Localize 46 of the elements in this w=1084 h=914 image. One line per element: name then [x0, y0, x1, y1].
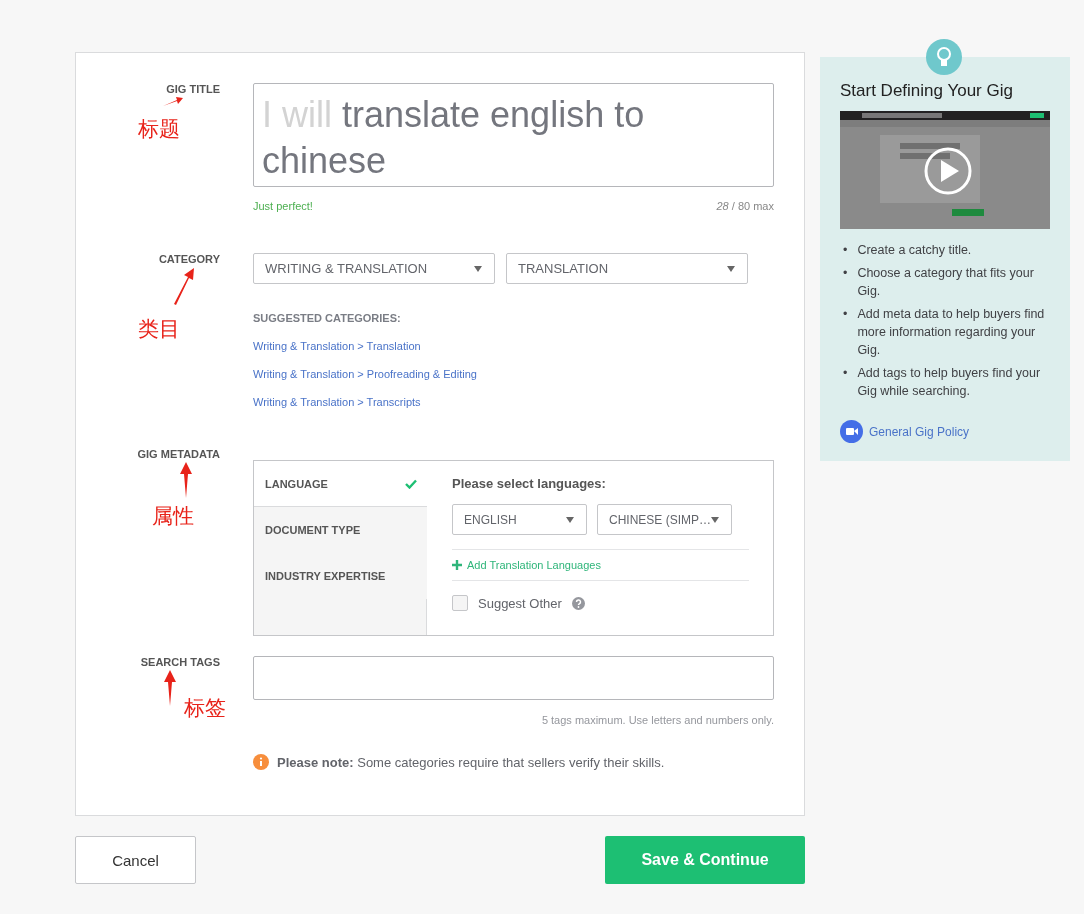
- category-dropdown[interactable]: WRITING & TRANSLATION: [253, 253, 495, 284]
- annotation-text: 属性: [152, 503, 194, 530]
- tip-text: Choose a category that fits your Gig.: [857, 265, 1035, 300]
- caret-icon: [711, 516, 719, 523]
- section-label: GIG TITLE: [166, 83, 220, 95]
- hint-text: 5 tags maximum. Use letters and numbers only.: [540, 714, 774, 726]
- checkbox[interactable]: [452, 595, 468, 611]
- panel-heading: Please select languages:: [452, 476, 607, 491]
- section-label: CATEGORY: [158, 253, 220, 265]
- annotation-text: 标题: [138, 116, 180, 143]
- plus-icon: [452, 560, 462, 570]
- caret-icon: [474, 265, 482, 272]
- annotation-text: 类目: [138, 316, 180, 343]
- tags-field[interactable]: [253, 656, 774, 700]
- cancel-button[interactable]: Cancel: [75, 836, 196, 884]
- tip-text: Create a catchy title.: [857, 242, 972, 259]
- bullet-mark: •: [843, 242, 848, 259]
- annotation-text: 标签: [184, 695, 226, 722]
- caret-icon: [566, 516, 574, 523]
- suggested-category-link[interactable]: Writing & Translation > Transcripts: [253, 396, 421, 408]
- character-counter: 28 / 80 max: [716, 200, 774, 212]
- section-label: GIG METADATA: [137, 448, 220, 460]
- tip-text: Add meta data to help buyers find more information regarding your Gig.: [857, 306, 1046, 359]
- policy-link[interactable]: General Gig Policy: [840, 420, 970, 443]
- category-dropdown[interactable]: TRANSLATION: [506, 253, 748, 284]
- checkbox-label: Suggest Other: [478, 595, 562, 611]
- bullet-mark: •: [843, 306, 848, 323]
- suggested-category-link[interactable]: Writing & Translation > Translation: [253, 340, 421, 352]
- caret-icon: [727, 265, 735, 272]
- tip-text: Add tags to help buyers find your Gig while searching.: [857, 365, 1042, 400]
- section-label: SEARCH TAGS: [140, 656, 220, 668]
- language-dropdown[interactable]: ENGLISH: [452, 504, 587, 535]
- lightbulb-icon: [926, 39, 962, 75]
- language-dropdown[interactable]: CHINESE (SIMP…: [597, 504, 732, 535]
- suggested-category-link[interactable]: Writing & Translation > Proofreading & Editing: [253, 368, 477, 380]
- suggested-heading: SUGGESTED CATEGORIES:: [253, 312, 402, 324]
- arrow-icon: [172, 267, 196, 305]
- bullet-mark: •: [843, 365, 848, 382]
- video-camera-icon: [840, 420, 863, 443]
- info-icon: [253, 754, 269, 770]
- bullet-mark: •: [843, 265, 848, 282]
- note-text: Please note: Some categories require that sellers verify their skills.: [277, 754, 665, 770]
- help-icon[interactable]: [571, 596, 585, 610]
- sidebar-title: Start Defining Your Gig: [840, 81, 1014, 101]
- status-text: Just perfect!: [253, 200, 313, 212]
- metadata-tab[interactable]: LANGUAGE: [254, 461, 427, 507]
